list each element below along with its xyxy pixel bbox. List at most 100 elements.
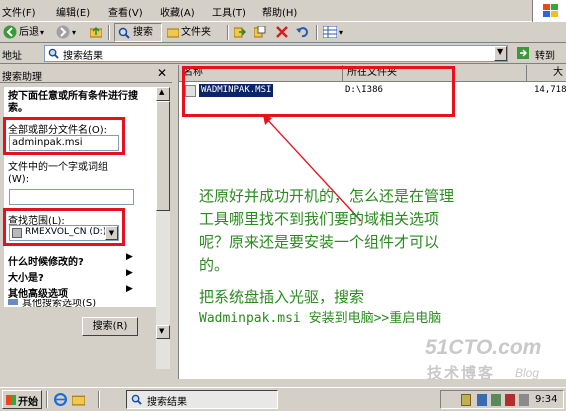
phrase-label: 文件中的一个字或词组(W): <box>8 162 108 185</box>
taskbar-separator <box>98 391 100 408</box>
address-dropdown-button[interactable]: ▼ <box>494 46 507 61</box>
folders-icon <box>167 28 179 38</box>
chevron-up-icon: ▲ <box>159 88 165 96</box>
clock[interactable]: 9:34 <box>535 394 557 405</box>
search-pane-title: 搜索助理 <box>2 72 42 83</box>
lookin-value: RMEXVOL_CN (D:) <box>25 227 107 237</box>
tray-app-icon[interactable] <box>491 394 501 406</box>
move-to-icon[interactable] <box>234 26 246 38</box>
scroll-thumb[interactable] <box>156 101 170 211</box>
search-submit-button[interactable]: 搜索(R) <box>82 317 138 336</box>
back-button[interactable]: 后退 <box>19 24 39 41</box>
go-arrow-icon[interactable] <box>517 47 529 59</box>
watermark-blog: Blog <box>515 366 540 380</box>
search-button-label: 搜索 <box>133 27 153 38</box>
address-value: 搜索结果 <box>63 51 103 62</box>
expand-arrow-icon[interactable]: ▶ <box>126 252 133 262</box>
search-companion-pane: 搜索助理 ✕ 按下面任意或所有条件进行搜索。 全部或部分文件名(O): admi… <box>0 65 172 379</box>
menu-view[interactable]: 查看(V) <box>108 4 143 19</box>
up-folder-icon[interactable] <box>90 26 102 38</box>
menu-file[interactable]: 文件(F) <box>2 4 36 19</box>
filename-label: 全部或部分文件名(O): <box>8 125 108 136</box>
filename-input[interactable]: adminpak.msi <box>9 135 119 151</box>
lookin-select[interactable]: RMEXVOL_CN (D:) ▼ <box>9 225 119 241</box>
search-pane-title-bar: 搜索助理 ✕ <box>0 65 172 83</box>
chevron-down-icon: ▼ <box>105 226 118 240</box>
forward-arrow-icon[interactable] <box>56 25 70 39</box>
annotation-line-6: Wadminpak.msi 安装到电脑>>重启电脑 <box>199 311 442 326</box>
chevron-down-icon: ▼ <box>159 327 165 335</box>
back-arrow-icon[interactable] <box>3 25 17 39</box>
search-icon <box>131 394 142 405</box>
option-modified-date[interactable]: 什么时候修改的? <box>8 253 84 268</box>
start-button[interactable]: 开始 <box>2 390 42 409</box>
task-label: 搜索结果 <box>147 397 187 408</box>
search-instruction: 按下面任意或所有条件进行搜索。 <box>8 91 138 114</box>
copy-to-icon[interactable] <box>254 26 266 38</box>
close-icon[interactable]: ✕ <box>157 66 167 80</box>
toolbar-separator <box>108 25 110 40</box>
ie-icon[interactable] <box>54 393 67 406</box>
windows-logo-icon <box>6 395 16 405</box>
go-button[interactable]: 转到 <box>535 47 555 62</box>
address-bar: 地址 搜索结果 ▼ 转到 <box>0 43 566 64</box>
scroll-up-button[interactable]: ▲ <box>156 87 170 101</box>
security-shield-icon[interactable] <box>461 394 471 406</box>
windows-logo-icon <box>532 0 566 22</box>
taskbar-separator <box>46 391 48 408</box>
folders-button[interactable]: 文件夹 <box>181 24 211 41</box>
explorer-icon[interactable] <box>72 393 85 406</box>
annotation-line-2: 工具哪里找不到我们要的域相关选项 <box>199 210 440 228</box>
annotation-line-1: 还原好并成功开机的，怎么还是在管理 <box>199 187 455 205</box>
drive-icon <box>12 228 22 238</box>
forward-dropdown-icon[interactable]: ▾ <box>72 24 76 41</box>
menu-edit[interactable]: 编辑(E) <box>56 4 90 19</box>
scroll-down-button[interactable]: ▼ <box>156 325 170 339</box>
annotation-line-5: 把系统盘插入光驱，搜索 <box>199 288 365 306</box>
views-icon[interactable] <box>323 26 337 38</box>
phrase-input[interactable] <box>9 189 134 205</box>
results-pane: 名称 所在文件夹 大 WADMINPAK.MSI D:\I386 14,718 … <box>178 65 566 382</box>
taskbar-task-search-results[interactable]: 搜索结果 <box>126 390 278 409</box>
search-button-area: 搜索(R) <box>4 307 156 369</box>
expand-arrow-icon[interactable]: ▶ <box>126 268 133 278</box>
tray-app-icon[interactable] <box>519 394 529 406</box>
menu-bar: 文件(F) 编辑(E) 查看(V) 收藏(A) 工具(T) 帮助(H) <box>0 0 566 22</box>
toolbar-separator <box>316 25 318 40</box>
address-input[interactable]: 搜索结果 <box>44 45 508 62</box>
tray-app-icon[interactable] <box>505 394 515 406</box>
search-results-icon <box>48 48 59 59</box>
back-dropdown-icon[interactable]: ▾ <box>40 24 44 41</box>
option-more-search-clipped[interactable]: 其他搜索选项(S) <box>4 299 156 307</box>
chevron-down-icon: ▼ <box>497 47 504 56</box>
column-size[interactable]: 大 <box>527 65 566 82</box>
option-size[interactable]: 大小是? <box>8 269 44 284</box>
address-label: 地址 <box>2 51 22 62</box>
search-icon <box>118 27 130 39</box>
result-size: 14,718 <box>534 85 566 95</box>
annotation-line-4: 的。 <box>199 256 230 274</box>
start-label: 开始 <box>18 397 38 408</box>
delete-icon[interactable] <box>276 26 288 38</box>
search-pane-scrollbar[interactable]: ▲ ▼ <box>156 87 170 369</box>
menu-favorites[interactable]: 收藏(A) <box>160 4 195 19</box>
search-button[interactable]: 搜索 <box>114 23 162 42</box>
expand-arrow-icon[interactable]: ▶ <box>126 284 133 294</box>
annotation-line-3: 呢？原来还是要安装一个组件才可以 <box>199 233 440 251</box>
option-advanced[interactable]: 其他高级选项 <box>8 285 68 300</box>
annotation-arrow <box>263 115 362 222</box>
menu-help[interactable]: 帮助(H) <box>262 4 297 19</box>
option-more-search: 其他搜索选项(S) <box>22 299 97 307</box>
undo-icon[interactable] <box>296 26 308 38</box>
tray-app-icon[interactable] <box>477 394 487 406</box>
search-pane-body: 按下面任意或所有条件进行搜索。 全部或部分文件名(O): adminpak.ms… <box>3 87 156 369</box>
watermark-sub: 技术博客 <box>427 364 496 382</box>
taskbar: 开始 搜索结果 9:34 <box>0 387 566 411</box>
toolbar: 后退 ▾ ▾ 搜索 文件夹 ▾ <box>0 22 566 43</box>
views-dropdown-icon[interactable]: ▾ <box>339 24 343 41</box>
watermark-site: 51CTO.com <box>425 336 542 359</box>
menu-tools[interactable]: 工具(T) <box>212 4 246 19</box>
toolbar-separator <box>227 25 229 40</box>
system-tray: 9:34 <box>440 390 564 409</box>
search-options-icon <box>8 299 18 305</box>
